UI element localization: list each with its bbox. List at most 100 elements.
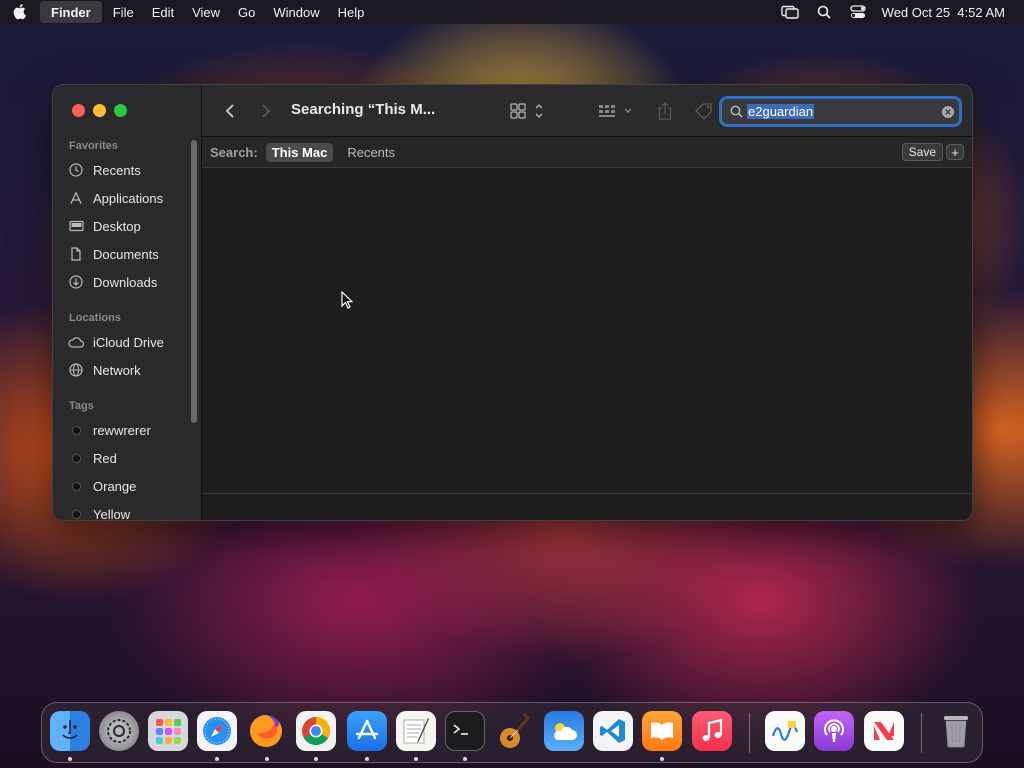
scope-recents[interactable]: Recents: [341, 143, 401, 162]
dock-vscode-icon[interactable]: [593, 711, 633, 751]
zoom-window-button[interactable]: [114, 104, 127, 117]
apple-menu[interactable]: [0, 0, 40, 24]
tag-dot-icon: [67, 449, 85, 467]
sidebar-scrollbar[interactable]: [191, 140, 197, 423]
back-chevron-icon: [225, 104, 234, 118]
dock-running-indicator: [215, 757, 219, 761]
screen-mirroring-icon[interactable]: [780, 0, 800, 24]
clock-icon: [67, 161, 85, 179]
sidebar-item-label: Desktop: [93, 218, 141, 234]
dock-launchpad-icon[interactable]: [148, 711, 188, 751]
view-grid-icon: [510, 103, 543, 119]
dock-textedit-icon[interactable]: [396, 711, 436, 751]
dock-running-indicator: [365, 757, 369, 761]
sidebar-item-icloud-drive[interactable]: iCloud Drive: [67, 331, 192, 353]
forward-chevron-icon: [262, 104, 271, 118]
minimize-window-button[interactable]: [93, 104, 106, 117]
sidebar-item-documents[interactable]: Documents: [67, 243, 192, 265]
view-mode-button[interactable]: [507, 99, 547, 123]
dock-garageband-icon[interactable]: [494, 711, 534, 751]
sidebar-item-label: Orange: [93, 478, 137, 494]
dock-music-icon[interactable]: [692, 711, 732, 751]
sidebar-item-downloads[interactable]: Downloads: [67, 271, 192, 293]
window-controls: [72, 104, 127, 117]
sidebar-item-recents[interactable]: Recents: [67, 159, 192, 181]
tag-dot-icon: [67, 477, 85, 495]
dock-books-icon[interactable]: [642, 711, 682, 751]
dock-weather-icon[interactable]: [544, 711, 584, 751]
sidebar-item-desktop[interactable]: Desktop: [67, 215, 192, 237]
mouse-pointer-icon: [341, 290, 354, 314]
sidebar-item-applications[interactable]: Applications: [67, 187, 192, 209]
share-button[interactable]: [654, 99, 676, 123]
apple-logo-icon: [13, 4, 27, 20]
dock-app-store-icon[interactable]: [347, 711, 387, 751]
dock-freeform-icon[interactable]: [765, 711, 805, 751]
menu-file[interactable]: File: [104, 0, 143, 24]
toolbar: Searching “This M... e2guardian: [202, 85, 972, 137]
sidebar-tag-rewwrerer[interactable]: rewwrerer: [67, 419, 192, 441]
desktop-icon: [67, 217, 85, 235]
dock-system-settings-icon[interactable]: [99, 711, 139, 751]
sidebar-section-locations: Locations: [69, 312, 121, 324]
forward-button[interactable]: [256, 99, 276, 123]
close-window-button[interactable]: [72, 104, 85, 117]
dock-separator: [749, 713, 750, 753]
scope-this-mac[interactable]: This Mac: [265, 142, 334, 162]
network-globe-icon: [67, 361, 85, 379]
menu-help[interactable]: Help: [329, 0, 374, 24]
clear-search-icon[interactable]: [937, 100, 959, 124]
menu-window[interactable]: Window: [264, 0, 328, 24]
sidebar-section-favorites: Favorites: [69, 140, 118, 152]
spotlight-search-icon[interactable]: [814, 0, 834, 24]
sidebar: Favorites Recents Applications Desktop D…: [53, 85, 202, 521]
search-icon: [725, 100, 747, 124]
add-criteria-button[interactable]: +: [946, 144, 964, 160]
dock-podcasts-icon[interactable]: [814, 711, 854, 751]
sidebar-item-network[interactable]: Network: [67, 359, 192, 381]
dock-safari-icon[interactable]: [197, 711, 237, 751]
cloud-icon: [67, 333, 85, 351]
download-icon: [67, 273, 85, 291]
control-center-icon[interactable]: [848, 0, 868, 24]
search-scope-bar: Search: This Mac Recents Save +: [202, 137, 972, 168]
menu-go[interactable]: Go: [229, 0, 264, 24]
sidebar-item-label: Documents: [93, 246, 159, 262]
sidebar-item-label: Yellow: [93, 506, 131, 521]
dock: [41, 702, 983, 763]
window-title: Searching “This M...: [291, 101, 436, 118]
sidebar-tag-orange[interactable]: Orange: [67, 475, 192, 497]
dock-running-indicator: [314, 757, 318, 761]
menu-view[interactable]: View: [183, 0, 229, 24]
tag-dot-icon: [67, 421, 85, 439]
sidebar-tag-red[interactable]: Red: [67, 447, 192, 469]
menu-bar: Finder File Edit View Go Window Help Wed…: [0, 0, 1024, 24]
sidebar-item-label: Applications: [93, 190, 164, 206]
group-by-icon: [599, 105, 632, 117]
search-results-area[interactable]: [202, 168, 972, 493]
dock-news-icon[interactable]: [864, 711, 904, 751]
group-by-button[interactable]: [596, 99, 636, 123]
save-search-button[interactable]: Save: [901, 143, 943, 161]
sidebar-item-label: Recents: [93, 162, 141, 178]
search-input[interactable]: e2guardian: [747, 104, 815, 119]
menu-edit[interactable]: Edit: [143, 0, 183, 24]
dock-terminal-icon[interactable]: [445, 711, 485, 751]
dock-finder-icon[interactable]: [50, 711, 90, 751]
dock-running-indicator: [265, 757, 269, 761]
applications-icon: [67, 189, 85, 207]
sidebar-tag-yellow[interactable]: Yellow: [67, 503, 192, 521]
dock-firefox-icon[interactable]: [246, 711, 286, 751]
tag-button[interactable]: [692, 99, 716, 123]
dock-chrome-icon[interactable]: [296, 711, 336, 751]
document-icon: [67, 245, 85, 263]
search-field[interactable]: e2guardian: [719, 96, 962, 127]
menu-app-name[interactable]: Finder: [40, 1, 102, 23]
dock-trash-icon[interactable]: [936, 711, 976, 751]
menu-bar-clock[interactable]: Wed Oct 25 4:52 AM: [882, 5, 1005, 20]
sidebar-item-label: Red: [93, 450, 117, 466]
sidebar-item-label: Downloads: [93, 274, 158, 290]
back-button[interactable]: [220, 99, 240, 123]
dock-running-indicator: [68, 757, 72, 761]
finder-window: Favorites Recents Applications Desktop D…: [52, 84, 973, 521]
